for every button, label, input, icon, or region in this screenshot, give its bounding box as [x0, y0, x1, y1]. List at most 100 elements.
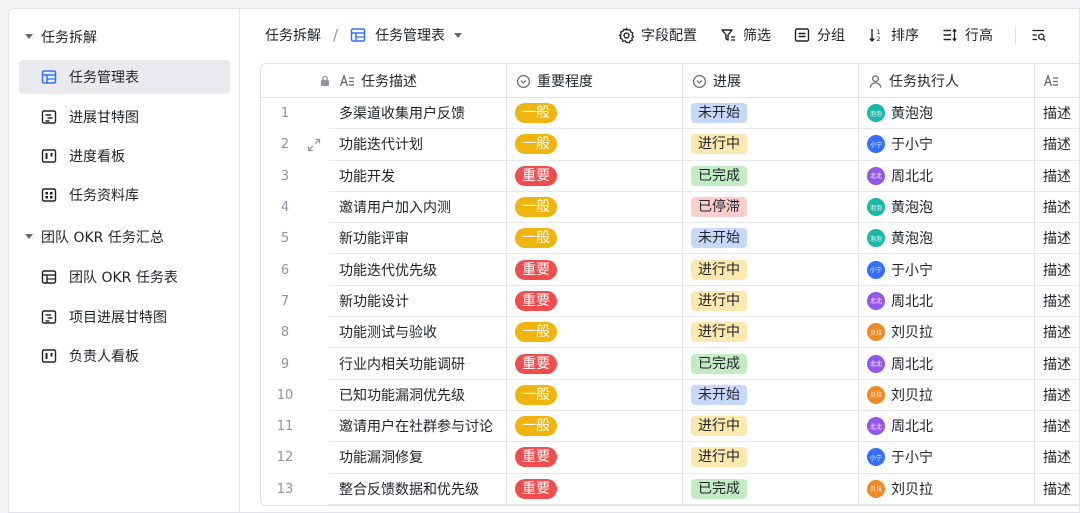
task-cell[interactable]: 功能漏洞修复	[329, 442, 507, 474]
owner-cell[interactable]: 贝拉 刘贝拉	[859, 379, 1035, 411]
owner-cell[interactable]: 北北 周北北	[859, 411, 1035, 443]
task-cell[interactable]: 功能迭代计划	[329, 129, 507, 161]
priority-cell[interactable]: 重要	[507, 442, 683, 474]
sidebar-item-project-gantt[interactable]: 项目进展甘特图	[19, 300, 230, 334]
owner-cell[interactable]: 贝拉 刘贝拉	[859, 473, 1035, 505]
owner-cell[interactable]: 泡泡 黄泡泡	[859, 191, 1035, 224]
table-row[interactable]: 11 邀请用户在社群参与讨论 一般 进行中 北北 周北北 描述	[261, 411, 1079, 443]
task-cell[interactable]: 行业内相关功能调研	[329, 348, 507, 380]
priority-cell[interactable]: 重要	[507, 473, 683, 505]
table-row[interactable]: 10 已知功能漏洞优先级 一般 未开始 贝拉 刘贝拉 描述	[261, 379, 1079, 411]
column-header-priority[interactable]: 重要程度	[507, 64, 683, 98]
status-cell[interactable]: 已完成	[683, 348, 859, 380]
priority-cell[interactable]: 一般	[507, 98, 683, 130]
sidebar-item-gantt[interactable]: 进展甘特图	[19, 100, 230, 134]
breadcrumb[interactable]: 任务拆解	[265, 25, 321, 45]
priority-cell[interactable]: 重要	[507, 254, 683, 286]
priority-cell[interactable]: 重要	[507, 348, 683, 380]
owner-cell[interactable]: 贝拉 刘贝拉	[859, 317, 1035, 349]
desc-cell[interactable]: 描述	[1035, 161, 1079, 192]
priority-cell[interactable]: 一般	[507, 379, 683, 411]
sidebar-item-kanban[interactable]: 进度看板	[19, 139, 230, 173]
status-cell[interactable]: 进行中	[683, 411, 859, 443]
column-header-status[interactable]: 进展	[683, 64, 859, 98]
sidebar-item-library[interactable]: 任务资料库	[19, 178, 230, 212]
desc-cell[interactable]: 描述	[1035, 348, 1079, 380]
task-cell[interactable]: 功能迭代优先级	[329, 254, 507, 286]
status-cell[interactable]: 未开始	[683, 379, 859, 411]
owner-cell[interactable]: 北北 周北北	[859, 348, 1035, 380]
task-cell[interactable]: 已知功能漏洞优先级	[329, 379, 507, 411]
row-height-button[interactable]: 行高	[941, 25, 993, 45]
desc-cell[interactable]: 描述	[1035, 411, 1079, 443]
owner-cell[interactable]: 泡泡 黄泡泡	[859, 223, 1035, 255]
view-switcher[interactable]: 任务管理表	[350, 25, 463, 45]
status-cell[interactable]: 进行中	[683, 285, 859, 318]
task-cell[interactable]: 整合反馈数据和优先级	[329, 473, 507, 505]
owner-cell[interactable]: 小宁 于小宁	[859, 442, 1035, 474]
desc-cell[interactable]: 描述	[1035, 317, 1079, 349]
status-cell[interactable]: 已停滞	[683, 191, 859, 224]
desc-cell[interactable]: 描述	[1035, 286, 1079, 318]
filter-button[interactable]: 筛选	[719, 25, 771, 45]
desc-cell[interactable]: 描述	[1035, 98, 1079, 130]
task-cell[interactable]: 新功能评审	[329, 223, 507, 255]
status-cell[interactable]: 进行中	[683, 254, 859, 286]
priority-cell[interactable]: 一般	[507, 223, 683, 255]
desc-cell[interactable]: 描述	[1035, 223, 1079, 255]
table-row[interactable]: 4 邀请用户加入内测 一般 已停滞 泡泡 黄泡泡 描述	[261, 191, 1079, 224]
table-row[interactable]: 2 功能迭代计划 一般 进行中 小宁 于小宁 描述	[261, 129, 1079, 161]
status-cell[interactable]: 未开始	[683, 98, 859, 130]
table-row[interactable]: 3 功能开发 重要 已完成 北北 周北北 描述	[261, 160, 1079, 192]
sidebar-group-okr[interactable]: 团队 OKR 任务汇总	[25, 225, 164, 249]
table-row[interactable]: 1 多渠道收集用户反馈 一般 未开始 泡泡 黄泡泡 描述	[261, 98, 1079, 130]
sort-button[interactable]: 12 排序	[867, 25, 919, 45]
owner-cell[interactable]: 泡泡 黄泡泡	[859, 98, 1035, 130]
desc-cell[interactable]: 描述	[1035, 129, 1079, 161]
owner-cell[interactable]: 北北 周北北	[859, 160, 1035, 192]
sidebar-item-owner-kanban[interactable]: 负责人看板	[19, 339, 230, 373]
task-cell[interactable]: 多渠道收集用户反馈	[329, 98, 507, 130]
desc-cell[interactable]: 描述	[1035, 192, 1079, 224]
status-cell[interactable]: 未开始	[683, 223, 859, 255]
owner-cell[interactable]: 小宁 于小宁	[859, 129, 1035, 161]
task-cell[interactable]: 新功能设计	[329, 285, 507, 318]
column-header-desc[interactable]	[1035, 64, 1079, 98]
status-cell[interactable]: 已完成	[683, 473, 859, 505]
expand-record-icon[interactable]	[307, 138, 321, 152]
table-row[interactable]: 9 行业内相关功能调研 重要 已完成 北北 周北北 描述	[261, 348, 1079, 380]
desc-cell[interactable]: 描述	[1035, 442, 1079, 474]
table-row[interactable]: 6 功能迭代优先级 重要 进行中 小宁 于小宁 描述	[261, 254, 1079, 286]
group-button[interactable]: 分组	[793, 25, 845, 45]
priority-cell[interactable]: 一般	[507, 317, 683, 349]
priority-cell[interactable]: 一般	[507, 411, 683, 443]
task-cell[interactable]: 功能开发	[329, 160, 507, 192]
task-cell[interactable]: 功能测试与验收	[329, 317, 507, 349]
column-header-task[interactable]: 任务描述	[309, 64, 507, 98]
desc-cell[interactable]: 描述	[1035, 255, 1079, 286]
search-records-button[interactable]	[1030, 26, 1054, 44]
status-cell[interactable]: 已完成	[683, 160, 859, 192]
table-row[interactable]: 7 新功能设计 重要 进行中 北北 周北北 描述	[261, 285, 1079, 318]
sidebar-group-task-breakdown[interactable]: 任务拆解	[25, 25, 97, 49]
column-header-owner[interactable]: 任务执行人	[859, 64, 1035, 98]
table-row[interactable]: 5 新功能评审 一般 未开始 泡泡 黄泡泡 描述	[261, 223, 1079, 255]
sidebar-item-okr-table[interactable]: 团队 OKR 任务表	[19, 260, 230, 294]
task-cell[interactable]: 邀请用户在社群参与讨论	[329, 411, 507, 443]
desc-cell[interactable]: 描述	[1035, 474, 1079, 505]
priority-cell[interactable]: 一般	[507, 191, 683, 224]
owner-cell[interactable]: 北北 周北北	[859, 285, 1035, 318]
priority-cell[interactable]: 重要	[507, 285, 683, 318]
table-row[interactable]: 13 整合反馈数据和优先级 重要 已完成 贝拉 刘贝拉 描述	[261, 473, 1079, 505]
sidebar-item-task-table[interactable]: 任务管理表	[19, 60, 230, 94]
priority-cell[interactable]: 一般	[507, 129, 683, 161]
status-cell[interactable]: 进行中	[683, 317, 859, 349]
table-row[interactable]: 12 功能漏洞修复 重要 进行中 小宁 于小宁 描述	[261, 442, 1079, 474]
task-cell[interactable]: 邀请用户加入内测	[329, 191, 507, 224]
desc-cell[interactable]: 描述	[1035, 380, 1079, 411]
status-cell[interactable]: 进行中	[683, 442, 859, 474]
table-row[interactable]: 8 功能测试与验收 一般 进行中 贝拉 刘贝拉 描述	[261, 317, 1079, 349]
field-config-button[interactable]: 字段配置	[617, 25, 697, 45]
priority-cell[interactable]: 重要	[507, 160, 683, 192]
status-cell[interactable]: 进行中	[683, 129, 859, 161]
